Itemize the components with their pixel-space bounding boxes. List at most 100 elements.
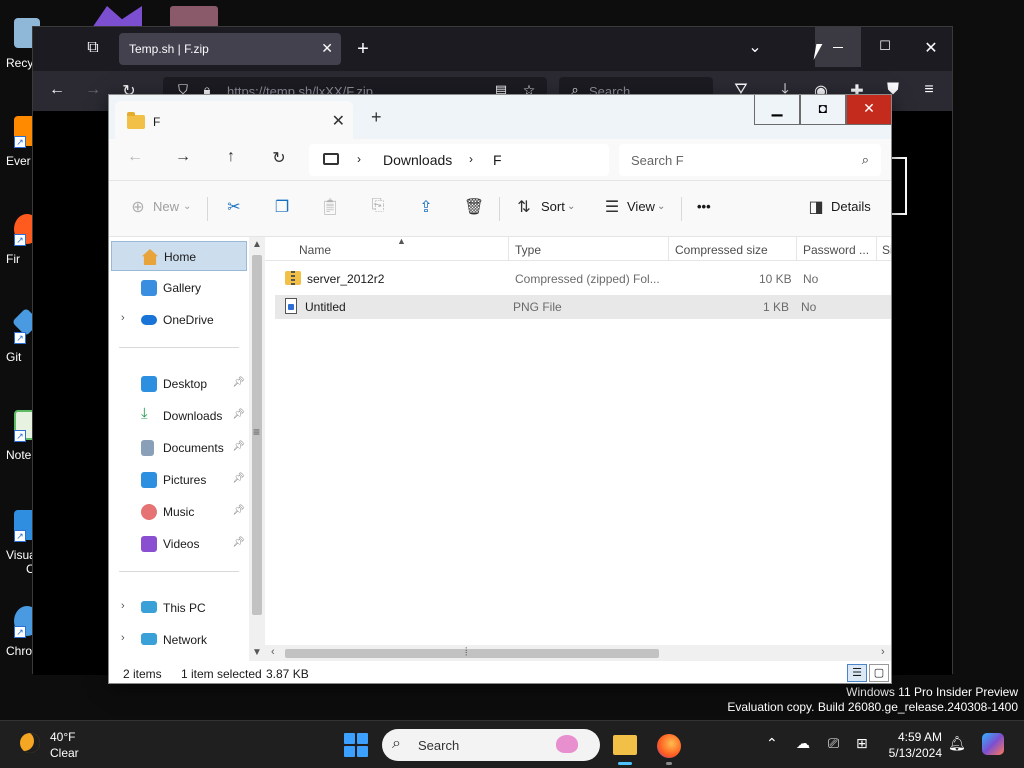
horizontal-scrollbar[interactable]: ‹ ⦙ › — [265, 645, 891, 661]
column-separator[interactable] — [508, 237, 509, 261]
browser-tab-active[interactable]: Temp.sh | F.zip ✕ — [119, 33, 341, 65]
scroll-left-icon[interactable]: ‹ — [271, 646, 275, 658]
tiles-view-button[interactable]: ▢ — [869, 664, 889, 682]
chevron-right-icon[interactable]: › — [121, 600, 125, 612]
refresh-icon[interactable]: ↻ — [267, 148, 291, 168]
cut-icon[interactable]: ✂ — [223, 197, 245, 217]
pin-icon[interactable]: 📌︎ — [232, 409, 245, 420]
pin-icon[interactable]: 📌︎ — [232, 441, 245, 452]
scroll-down-icon[interactable]: ▼ — [249, 647, 265, 658]
file-name: Untitled — [305, 300, 346, 314]
minimize-button[interactable]: ▁ — [754, 95, 800, 125]
shortcut-arrow-icon: ↗ — [14, 430, 26, 442]
scroll-up-icon[interactable]: ▲ — [249, 239, 265, 250]
this-pc-icon[interactable] — [323, 153, 339, 165]
scroll-right-icon[interactable]: › — [881, 646, 885, 658]
sort-button[interactable]: Sort — [541, 199, 565, 214]
browser-tab-bar: ⧉ Temp.sh | F.zip ✕ + ⌄ ☐ ✕ — [33, 27, 952, 71]
details-pane-icon[interactable]: ◨ — [805, 197, 827, 217]
view-button[interactable]: View — [627, 199, 655, 214]
nav-item-onedrive[interactable]: › OneDrive — [111, 305, 247, 335]
new-plus-icon[interactable]: ⊕ — [127, 197, 149, 217]
column-type[interactable]: Type — [515, 243, 541, 257]
pin-icon[interactable]: 📌︎ — [232, 473, 245, 484]
close-tab-icon[interactable]: ✕ — [332, 111, 345, 131]
view-icon[interactable]: ☰ — [601, 197, 623, 217]
column-size[interactable]: Si — [882, 243, 891, 257]
system-clock[interactable]: 4:59 AM 5/13/2024 — [878, 729, 942, 761]
paste-icon[interactable]: 📋︎ — [319, 197, 341, 217]
up-arrow-icon[interactable]: ↑ — [219, 148, 243, 166]
delete-icon[interactable]: 🗑︎ — [463, 197, 485, 217]
nav-item-documents[interactable]: Documents 📌︎ — [111, 433, 247, 463]
back-icon[interactable]: ← — [123, 148, 147, 166]
more-options-button[interactable]: ••• — [697, 199, 711, 214]
chevron-right-icon[interactable]: › — [469, 152, 473, 166]
details-button[interactable]: Details — [831, 199, 871, 214]
taskbar-file-explorer[interactable] — [608, 729, 642, 765]
maximize-button[interactable]: ◘ — [800, 95, 846, 125]
new-button[interactable]: New — [153, 199, 179, 214]
nav-item-videos[interactable]: Videos 📌︎ — [111, 529, 247, 559]
copilot-icon[interactable] — [982, 733, 1004, 755]
network-icon[interactable]: ⊞ — [856, 735, 868, 752]
close-button[interactable]: ✕ — [846, 95, 891, 125]
column-compressed-size[interactable]: Compressed size — [675, 243, 768, 257]
browser-minimize-button[interactable] — [815, 27, 861, 67]
onedrive-offline-icon[interactable]: ☁ — [796, 735, 810, 752]
details-view-button[interactable]: ☰ — [847, 664, 867, 682]
tab-overview-icon[interactable]: ⧉ — [81, 39, 105, 57]
breadcrumb-f[interactable]: F — [493, 152, 502, 168]
pin-icon[interactable]: 📌︎ — [232, 377, 245, 388]
nav-item-music[interactable]: Music 📌︎ — [111, 497, 247, 527]
file-name: server_2012r2 — [307, 272, 385, 286]
nav-item-gallery[interactable]: Gallery — [111, 273, 247, 303]
close-tab-icon[interactable]: ✕ — [321, 40, 333, 57]
explorer-tab[interactable]: F ✕ — [115, 101, 353, 139]
new-tab-button[interactable]: + — [351, 38, 375, 61]
column-password[interactable]: Password ... — [803, 243, 869, 257]
copy-icon[interactable]: ❐ — [271, 197, 293, 217]
browser-close-button[interactable]: ✕ — [919, 38, 943, 58]
menu-icon[interactable]: ≡ — [917, 81, 941, 99]
new-tab-button[interactable]: + — [371, 107, 382, 128]
forward-icon[interactable]: → — [81, 81, 105, 99]
pin-icon[interactable]: 📌︎ — [232, 505, 245, 516]
search-input[interactable]: Search F ⌕ — [619, 144, 881, 176]
clock-time: 4:59 AM — [897, 730, 942, 744]
column-name[interactable]: Name — [299, 243, 331, 257]
chevron-down-icon[interactable]: ⌄ — [743, 37, 767, 57]
nav-pane-scrollbar[interactable]: ▲ ≡ ▼ — [249, 237, 265, 661]
breadcrumb-downloads[interactable]: Downloads — [383, 152, 452, 168]
chevron-right-icon[interactable]: › — [121, 632, 125, 644]
notification-bell-icon[interactable]: 🔔︎ — [948, 735, 966, 752]
chevron-up-icon[interactable]: ⌃ — [766, 735, 778, 752]
taskbar-search[interactable]: ⌕ Search — [382, 729, 600, 761]
column-separator[interactable] — [876, 237, 877, 261]
sort-icon[interactable]: ⇅ — [513, 197, 535, 217]
file-row[interactable]: server_2012r2 Compressed (zipped) Fol...… — [281, 267, 891, 291]
rename-icon[interactable]: ⎘ — [367, 197, 389, 215]
chevron-right-icon[interactable]: › — [121, 312, 125, 324]
scrollbar-thumb[interactable] — [285, 649, 659, 658]
start-button[interactable] — [344, 733, 368, 757]
nav-item-home[interactable]: Home — [111, 241, 247, 271]
back-icon[interactable]: ← — [45, 81, 69, 99]
column-separator[interactable] — [668, 237, 669, 261]
share-icon[interactable]: ⇪ — [415, 197, 437, 217]
forward-icon[interactable]: → — [171, 148, 195, 166]
nav-item-desktop[interactable]: Desktop 📌︎ — [111, 369, 247, 399]
pin-icon[interactable]: 📌︎ — [232, 537, 245, 548]
display-icon[interactable]: ⎚ — [828, 735, 839, 752]
column-separator[interactable] — [796, 237, 797, 261]
browser-maximize-button[interactable]: ☐ — [873, 38, 897, 54]
taskbar-firefox[interactable] — [652, 729, 686, 765]
nav-item-this-pc[interactable]: › This PC — [111, 593, 247, 623]
breadcrumb[interactable]: › Downloads › F — [309, 144, 609, 176]
photo-thumbnail-icon[interactable] — [170, 6, 218, 28]
file-row-selected[interactable]: Untitled PNG File 1 KB No — [275, 295, 891, 319]
chevron-right-icon[interactable]: › — [357, 152, 361, 166]
nav-item-downloads[interactable]: ⤓ Downloads 📌︎ — [111, 401, 247, 431]
nav-item-network[interactable]: › Network — [111, 625, 247, 655]
nav-item-pictures[interactable]: Pictures 📌︎ — [111, 465, 247, 495]
